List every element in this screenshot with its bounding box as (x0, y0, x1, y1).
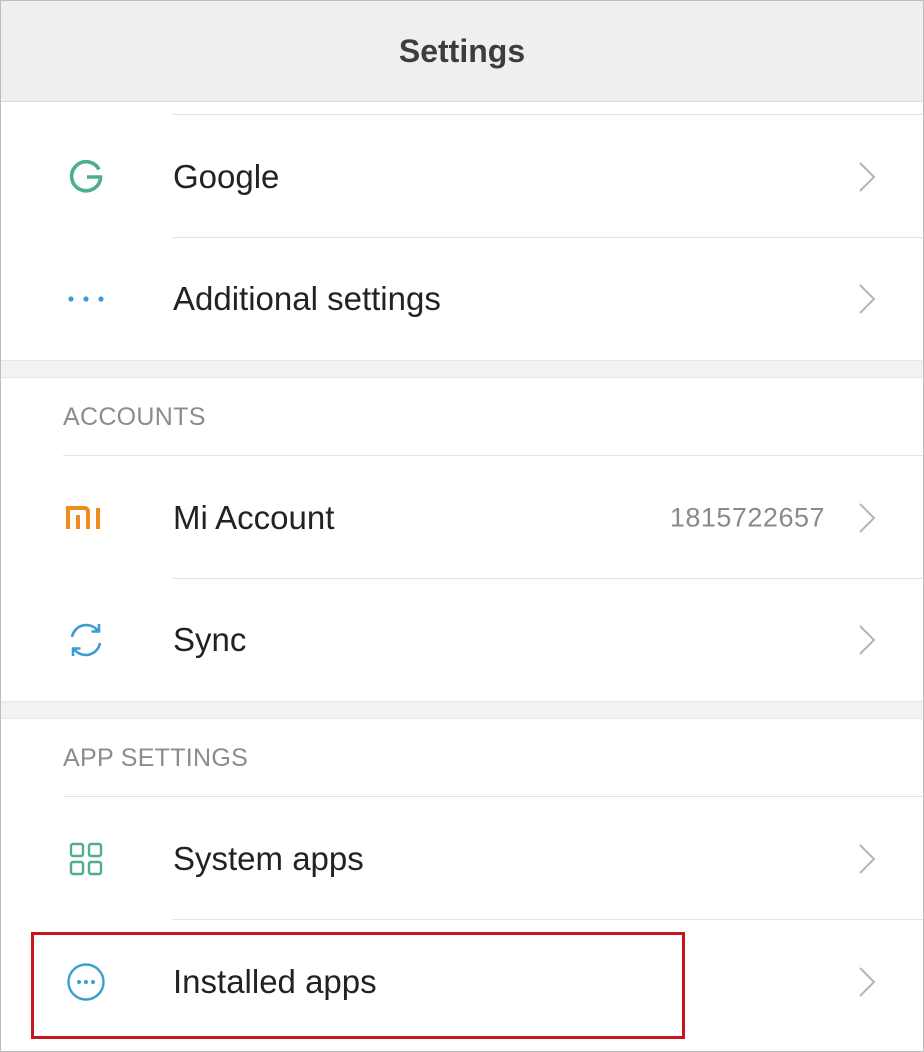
settings-item-label: Additional settings (173, 280, 441, 317)
settings-item-additional-settings[interactable]: Additional settings (1, 238, 923, 360)
chevron-right-icon (859, 625, 876, 655)
settings-item-label: System apps (173, 840, 364, 877)
settings-item-label: Mi Account (173, 499, 335, 536)
divider (63, 796, 923, 797)
chevron-right-icon (859, 503, 876, 533)
section-header-app-settings: APP SETTINGS (63, 744, 249, 772)
account-id-value: 1815722657 (669, 502, 825, 533)
settings-item-google[interactable]: Google (1, 116, 923, 238)
mi-logo-icon (63, 495, 109, 541)
grid-apps-icon (63, 836, 109, 882)
settings-item-mi-account[interactable]: Mi Account 1815722657 (1, 457, 923, 579)
settings-item-label: Sync (173, 621, 247, 658)
divider (173, 114, 923, 115)
settings-item-sync[interactable]: Sync (1, 579, 923, 701)
section-header-accounts: ACCOUNTS (63, 403, 206, 431)
section-gap (1, 701, 923, 719)
settings-item-label: Google (173, 158, 280, 195)
divider (173, 919, 923, 920)
chevron-right-icon (859, 844, 876, 874)
title-bar: Settings (1, 1, 923, 102)
divider (63, 455, 923, 456)
section-gap (1, 360, 923, 378)
settings-screen: Settings Google Additional settings ACCO… (0, 0, 924, 1052)
chevron-right-icon (859, 967, 876, 997)
google-g-icon (63, 154, 109, 200)
chevron-right-icon (859, 284, 876, 314)
more-dots-icon (63, 276, 109, 322)
chevron-right-icon (859, 162, 876, 192)
settings-item-system-apps[interactable]: System apps (1, 798, 923, 920)
page-title: Settings (398, 32, 526, 69)
sync-icon (63, 617, 109, 663)
highlight-box (31, 932, 685, 1039)
